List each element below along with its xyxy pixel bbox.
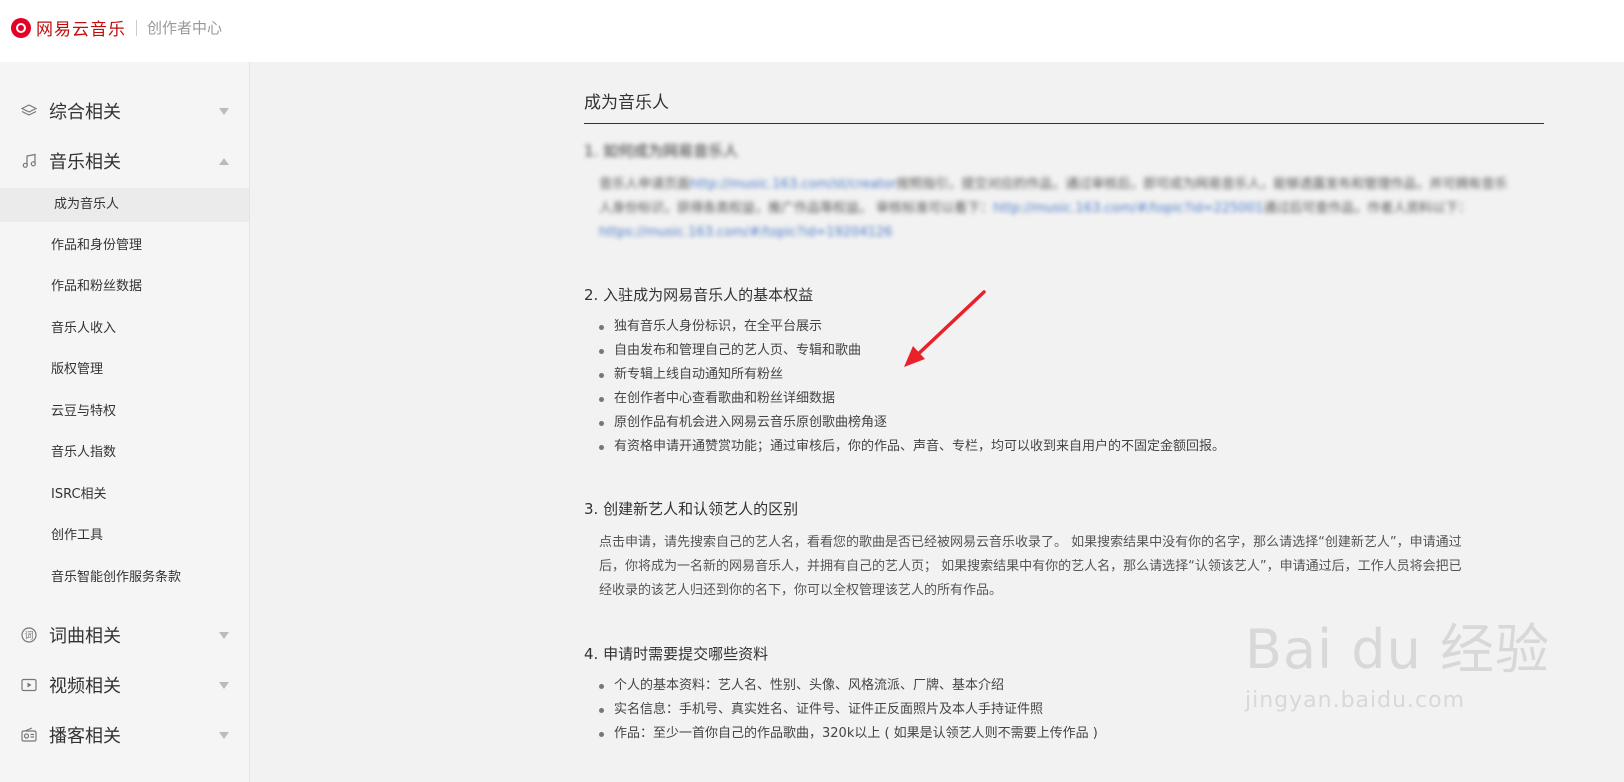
sidebar-item-musician-index[interactable]: 音乐人指数 — [0, 436, 249, 470]
sidebar-category-label: 综合相关 — [49, 102, 121, 123]
sidebar-category-label: 视频相关 — [49, 676, 121, 697]
chevron-down-icon — [219, 681, 229, 689]
netease-music-logo-icon — [11, 17, 31, 38]
section-heading: 2. 入驻成为网易音乐人的基本权益 — [584, 286, 814, 304]
sidebar-category-podcast[interactable]: 播客相关 — [0, 715, 249, 755]
sidebar-category-label: 词曲相关 — [49, 626, 121, 647]
sidebar-item-creation-tools[interactable]: 创作工具 — [0, 519, 249, 553]
lyrics-icon: 词 — [21, 627, 37, 643]
chevron-up-icon — [219, 157, 229, 165]
materials-list: 个人的基本资料：艺人名、性别、头像、风格流派、厂牌、基本介绍 实名信息：手机号、… — [584, 674, 1544, 746]
svg-text:词: 词 — [24, 631, 33, 642]
layers-icon — [20, 103, 38, 119]
annotation-arrow-icon — [904, 290, 986, 367]
brand-logo[interactable]: 网易云音乐 创作者中心 — [11, 15, 222, 40]
sidebar-category-video[interactable]: 视频相关 — [0, 665, 249, 705]
chevron-down-icon — [219, 107, 229, 115]
sidebar-category-label: 播客相关 — [49, 726, 121, 747]
list-item: 作品：至少一首你自己的作品歌曲，320k以上 ( 如果是认领艺人则不需要上传作品… — [599, 722, 1544, 746]
sidebar-item-ai-terms[interactable]: 音乐智能创作服务条款 — [0, 561, 249, 595]
logo-divider — [136, 19, 137, 36]
section-heading: 3. 创建新艺人和认领艺人的区别 — [584, 500, 799, 518]
sidebar-category-lyrics[interactable]: 词 词曲相关 — [0, 615, 249, 655]
sidebar-category-music[interactable]: 音乐相关 — [0, 141, 249, 181]
brand-subtitle: 创作者中心 — [147, 19, 223, 37]
list-item: 有资格申请开通赞赏功能；通过审核后，你的作品、声音、专栏，均可以收到来自用户的不… — [599, 435, 1544, 459]
section-paragraph: 音乐人申请页面http://music.163.com/st/creator按照… — [599, 177, 1508, 240]
sidebar-item-copyright[interactable]: 版权管理 — [0, 353, 249, 387]
sidebar-item-works-fans-data[interactable]: 作品和粉丝数据 — [0, 270, 249, 304]
section-how-to-become: 1. 如何成为网易音乐人 音乐人申请页面http://music.163.com… — [584, 140, 1544, 245]
sidebar-item-works-identity[interactable]: 作品和身份管理 — [0, 229, 249, 263]
list-item: 新专辑上线自动通知所有粉丝 — [599, 363, 1544, 387]
sidebar-item-income[interactable]: 音乐人收入 — [0, 312, 249, 346]
page-title: 成为音乐人 — [584, 88, 1544, 124]
top-bar: 网易云音乐 创作者中心 — [0, 0, 1624, 62]
sidebar: 综合相关 音乐相关 成为音乐人 作品和身份管理 作品和粉丝数据 音乐人收入 版权… — [0, 62, 250, 782]
sidebar-item-cloud-beans[interactable]: 云豆与特权 — [0, 395, 249, 429]
list-item: 原创作品有机会进入网易云音乐原创歌曲榜角逐 — [599, 411, 1544, 435]
list-item: 在创作者中心查看歌曲和粉丝详细数据 — [599, 387, 1544, 411]
section-new-vs-claim: 3. 创建新艺人和认领艺人的区别 点击申请，请先搜索自己的艺人名，看看您的歌曲是… — [584, 498, 1544, 603]
sidebar-category-general[interactable]: 综合相关 — [0, 91, 249, 131]
topic-link[interactable]: http://music.163.com/#/topic?id=225001 — [993, 201, 1263, 216]
chevron-down-icon — [219, 731, 229, 739]
topic-link-2[interactable]: https://music.163.com/#/topic?id=1920412… — [599, 225, 892, 240]
radio-icon — [21, 727, 37, 743]
list-item: 实名信息：手机号、真实姓名、证件号、证件正反面照片及本人手持证件照 — [599, 698, 1544, 722]
brand-name: 网易云音乐 — [36, 20, 126, 40]
section-heading: 4. 申请时需要提交哪些资料 — [584, 645, 769, 663]
music-note-icon — [21, 153, 37, 169]
chevron-down-icon — [219, 631, 229, 639]
sidebar-category-label: 音乐相关 — [49, 152, 121, 173]
section-benefits: 2. 入驻成为网易音乐人的基本权益 独有音乐人身份标识，在全平台展示 自由发布和… — [584, 284, 1544, 459]
section-required-materials: 4. 申请时需要提交哪些资料 个人的基本资料：艺人名、性别、头像、风格流派、厂牌… — [584, 643, 1544, 746]
sidebar-item-become-musician[interactable]: 成为音乐人 — [0, 188, 249, 222]
sidebar-item-isrc[interactable]: ISRC相关 — [0, 478, 249, 512]
section-heading: 1. 如何成为网易音乐人 — [584, 142, 739, 160]
list-item: 自由发布和管理自己的艺人页、专辑和歌曲 — [599, 339, 1544, 363]
creator-link[interactable]: http://music.163.com/st/creator — [690, 177, 896, 192]
main-content: 成为音乐人 1. 如何成为网易音乐人 音乐人申请页面http://music.1… — [584, 88, 1544, 741]
benefits-list: 独有音乐人身份标识，在全平台展示 自由发布和管理自己的艺人页、专辑和歌曲 新专辑… — [584, 315, 1544, 459]
list-item: 独有音乐人身份标识，在全平台展示 — [599, 315, 1544, 339]
video-icon — [21, 677, 37, 693]
section-paragraph: 点击申请，请先搜索自己的艺人名，看看您的歌曲是否已经被网易云音乐收录了。 如果搜… — [599, 535, 1462, 598]
list-item: 个人的基本资料：艺人名、性别、头像、风格流派、厂牌、基本介绍 — [599, 674, 1544, 698]
